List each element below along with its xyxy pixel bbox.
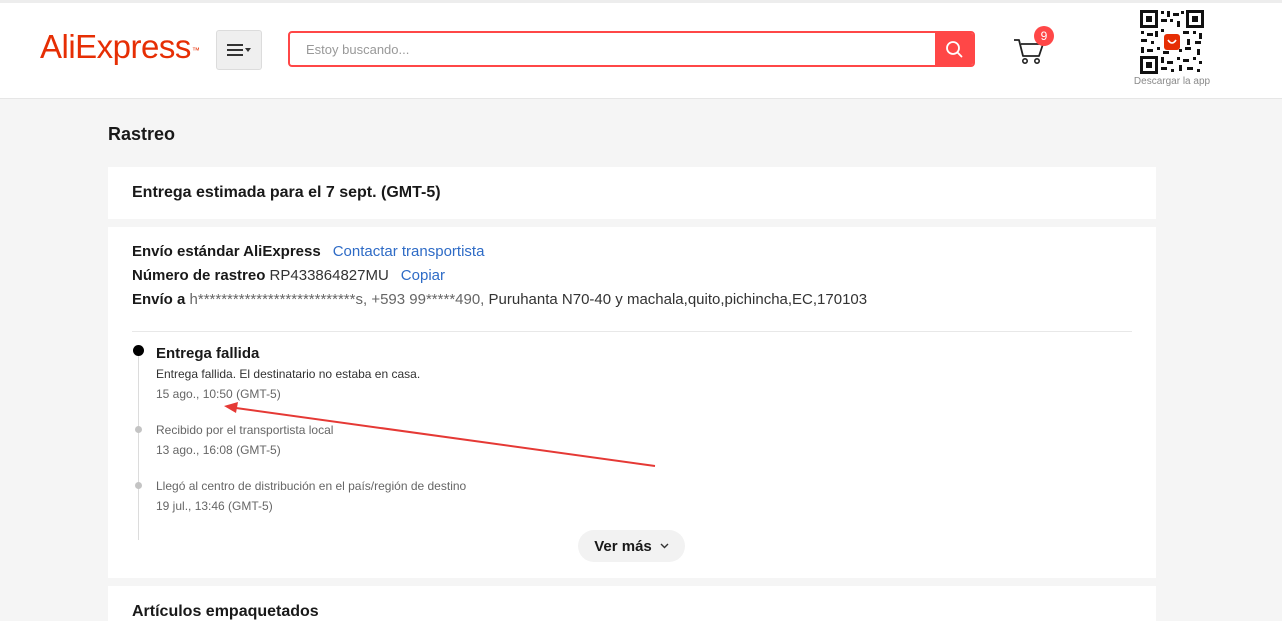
timeline-line <box>138 352 139 540</box>
tracking-number-row: Número de rastreo RP433864827MU Copiar <box>132 267 445 284</box>
search-button[interactable] <box>935 33 973 65</box>
logo-trademark: ™ <box>191 46 200 55</box>
copy-tracking-link[interactable]: Copiar <box>401 267 445 284</box>
page-title: Rastreo <box>108 124 176 144</box>
timeline-current-dot <box>133 345 144 356</box>
ship-to-label: Envío a <box>132 291 186 308</box>
search-icon <box>946 41 963 58</box>
see-more-label: Ver más <box>594 537 652 555</box>
estimated-delivery-text: Entrega estimada para el 7 sept. (GMT-5) <box>132 184 441 201</box>
category-menu-button[interactable] <box>216 30 262 70</box>
contact-carrier-link[interactable]: Contactar transportista <box>333 243 485 260</box>
shipping-method-row: Envío estándar AliExpress Contactar trans… <box>132 243 484 260</box>
event-date: 15 ago., 10:50 (GMT-5) <box>156 387 281 401</box>
logo-text: AliExpress <box>40 28 191 65</box>
event-date: 13 ago., 16:08 (GMT-5) <box>156 443 281 457</box>
site-header: AliExpress™ 9 <box>0 0 1282 99</box>
estimated-delivery-card: Entrega estimada para el 7 sept. (GMT-5) <box>108 167 1156 219</box>
packed-items-card: Artículos empaquetados <box>108 586 1156 621</box>
chevron-down-icon <box>660 543 669 549</box>
event-date: 19 jul., 13:46 (GMT-5) <box>156 499 273 513</box>
packed-items-title: Artículos empaquetados <box>132 603 319 620</box>
tracking-card: Envío estándar AliExpress Contactar trans… <box>108 227 1156 578</box>
search-input[interactable] <box>290 33 936 65</box>
aliexpress-logo[interactable]: AliExpress™ <box>40 27 200 67</box>
section-divider <box>132 331 1132 332</box>
event-title: Llegó al centro de distribución en el pa… <box>156 479 467 493</box>
search-bar <box>288 31 975 67</box>
timeline-dot <box>135 426 142 433</box>
event-title-current: Entrega fallida <box>156 345 260 362</box>
recipient-name: h***************************s, <box>189 291 368 308</box>
tracking-number-value: RP433864827MU <box>269 267 389 284</box>
see-more-button[interactable]: Ver más <box>578 530 685 562</box>
hamburger-icon <box>227 44 251 56</box>
recipient-address: Puruhanta N70-40 y machala,quito,pichinc… <box>488 291 868 308</box>
shipping-method-label: Envío estándar AliExpress <box>132 243 321 260</box>
recipient-phone: +593 99*****490, <box>371 291 485 308</box>
qr-code-icon[interactable] <box>1139 9 1205 75</box>
tracking-number-label: Número de rastreo <box>132 267 266 284</box>
ship-to-row: Envío a h***************************s, +… <box>132 291 867 308</box>
download-app-label: Descargar la app <box>1133 76 1211 87</box>
event-description: Entrega fallida. El destinatario no esta… <box>156 367 421 381</box>
top-strip <box>0 0 1282 3</box>
cart-count-badge: 9 <box>1034 26 1054 46</box>
event-title: Recibido por el transportista local <box>156 423 334 437</box>
timeline-dot <box>135 482 142 489</box>
